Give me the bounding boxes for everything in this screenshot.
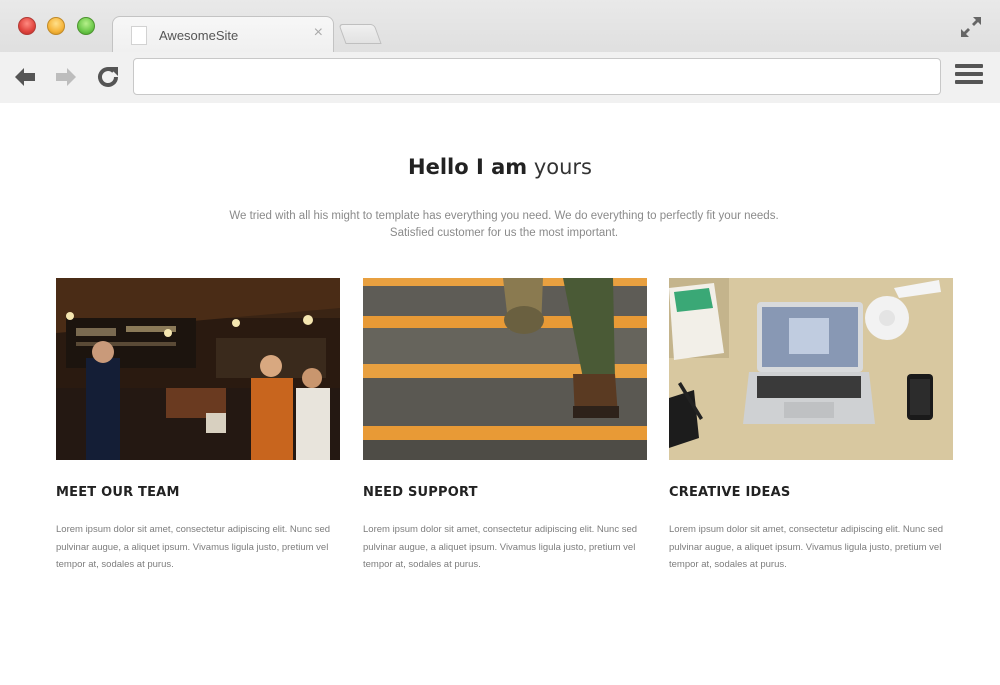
description-line-1: We tried with all his might to template …	[229, 210, 779, 222]
page-title-light: yours	[533, 155, 592, 179]
card-text: Lorem ipsum dolor sit amet, consectetur …	[56, 524, 331, 570]
page-icon	[131, 26, 147, 45]
description-line-2: Satisfied customer for us the most impor…	[389, 227, 619, 239]
maximize-window-button[interactable]	[77, 17, 95, 35]
address-bar-input[interactable]	[133, 58, 941, 95]
card-text: Lorem ipsum dolor sit amet, consectetur …	[669, 524, 944, 570]
browser-tab-active[interactable]: AwesomeSite ×	[112, 16, 334, 52]
fullscreen-icon[interactable]	[958, 14, 984, 40]
card-text: Lorem ipsum dolor sit amet, consectetur …	[363, 524, 638, 570]
new-tab-button[interactable]	[338, 24, 382, 44]
feature-card-support: NEED SUPPORT Lorem ipsum dolor sit amet,…	[363, 278, 648, 574]
forward-arrow-icon[interactable]	[51, 62, 81, 92]
laptop-desk-image	[669, 278, 953, 460]
stairs-walking-image	[363, 278, 647, 460]
page-description: We tried with all his might to template …	[150, 208, 858, 242]
feature-card-ideas: CREATIVE IDEAS Lorem ipsum dolor sit ame…	[669, 278, 954, 574]
browser-chrome: AwesomeSite ×	[0, 0, 1000, 103]
back-arrow-icon[interactable]	[10, 62, 40, 92]
page-title-bold: Hello I am	[408, 155, 528, 179]
card-title: CREATIVE IDEAS	[669, 485, 791, 500]
tab-title: AwesomeSite	[159, 28, 239, 43]
reload-icon[interactable]	[93, 62, 123, 92]
browser-toolbar	[0, 52, 1000, 103]
close-window-button[interactable]	[18, 17, 36, 35]
card-title: MEET OUR TEAM	[56, 485, 180, 500]
page-title: Hello I am yours	[0, 155, 1000, 179]
cafe-crowd-image	[56, 278, 340, 460]
feature-card-team: MEET OUR TEAM Lorem ipsum dolor sit amet…	[56, 278, 341, 574]
minimize-window-button[interactable]	[47, 17, 65, 35]
card-title: NEED SUPPORT	[363, 485, 478, 500]
menu-icon[interactable]	[955, 64, 983, 90]
tab-close-icon[interactable]: ×	[314, 25, 323, 41]
